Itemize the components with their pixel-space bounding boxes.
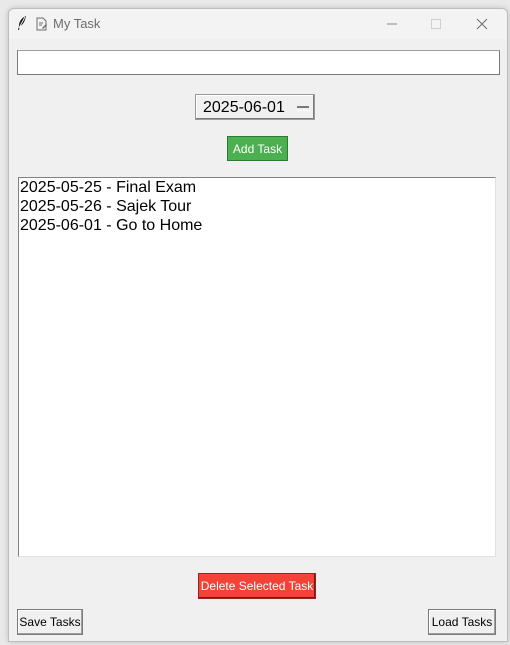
task-listbox[interactable]: 2025-05-25 - Final Exam 2025-05-26 - Saj… bbox=[18, 177, 496, 557]
document-edit-icon bbox=[36, 17, 47, 31]
maximize-icon bbox=[431, 19, 441, 29]
feather-icon bbox=[18, 16, 26, 30]
app-window: My Task 2025-06-01 Add Task 2025-05-25 -… bbox=[8, 8, 508, 642]
load-tasks-button[interactable]: Load Tasks bbox=[428, 609, 496, 635]
close-button[interactable] bbox=[460, 9, 504, 39]
date-picker[interactable]: 2025-06-01 bbox=[195, 94, 315, 120]
minimize-icon bbox=[387, 23, 397, 25]
list-item[interactable]: 2025-05-26 - Sajek Tour bbox=[19, 197, 495, 216]
minimize-button[interactable] bbox=[370, 9, 414, 39]
delete-selected-task-button[interactable]: Delete Selected Task bbox=[198, 573, 316, 599]
save-tasks-button[interactable]: Save Tasks bbox=[17, 609, 83, 635]
close-icon bbox=[476, 18, 488, 30]
list-item[interactable]: 2025-05-25 - Final Exam bbox=[19, 178, 495, 197]
window-title: My Task bbox=[53, 16, 101, 31]
maximize-button[interactable] bbox=[414, 9, 458, 39]
list-item[interactable]: 2025-06-01 - Go to Home bbox=[19, 216, 495, 235]
dropdown-indicator-icon[interactable] bbox=[297, 107, 309, 111]
add-task-button[interactable]: Add Task bbox=[227, 136, 288, 161]
task-entry-input[interactable] bbox=[17, 50, 500, 75]
title-bar[interactable]: My Task bbox=[9, 9, 507, 39]
date-value: 2025-06-01 bbox=[203, 99, 285, 116]
